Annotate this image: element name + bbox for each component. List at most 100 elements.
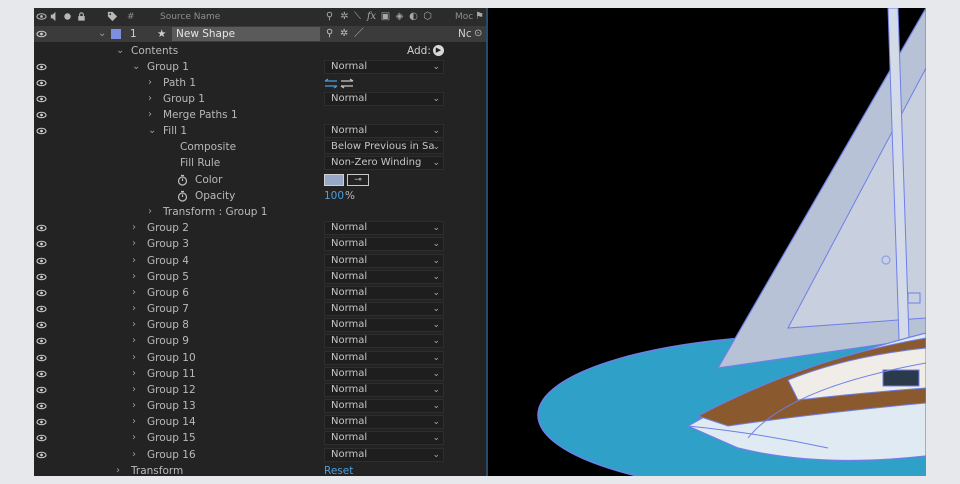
group-blend-mode-dropdown[interactable]: Normal ⌄ xyxy=(324,399,444,413)
eye-icon[interactable] xyxy=(36,30,47,38)
stopwatch-icon[interactable] xyxy=(177,174,188,186)
group-row[interactable]: › Group 10 Normal ⌄ xyxy=(34,350,486,366)
eye-icon[interactable] xyxy=(36,95,47,103)
group-row[interactable]: › Group 16 Normal ⌄ xyxy=(34,447,486,463)
transform-group-1-row[interactable]: › Transform : Group 1 xyxy=(34,204,486,220)
chevron-right-icon[interactable]: › xyxy=(132,317,142,333)
eye-icon[interactable] xyxy=(36,111,47,119)
eye-icon[interactable] xyxy=(36,224,47,232)
eye-icon[interactable] xyxy=(36,321,47,329)
quality-switch-icon[interactable]: ／ xyxy=(354,26,364,42)
chevron-right-icon[interactable]: › xyxy=(132,253,142,269)
chevron-down-icon[interactable]: ⌄ xyxy=(98,26,108,42)
group-row[interactable]: › Group 4 Normal ⌄ xyxy=(34,253,486,269)
chevron-down-icon[interactable]: ⌄ xyxy=(132,59,142,75)
add-label[interactable]: Add: xyxy=(407,43,431,59)
reset-link[interactable]: Reset xyxy=(324,463,353,476)
eye-icon[interactable] xyxy=(36,305,47,313)
group-blend-mode-dropdown[interactable]: Normal ⌄ xyxy=(324,383,444,397)
group-row[interactable]: › Group 12 Normal ⌄ xyxy=(34,382,486,398)
fill-rule-dropdown[interactable]: Non-Zero Winding ⌄ xyxy=(324,156,444,170)
nested-group-1-row[interactable]: › Group 1 Normal ⌄ xyxy=(34,91,486,107)
eye-icon[interactable] xyxy=(36,370,47,378)
eyedropper-icon[interactable]: ⊸ xyxy=(347,174,369,186)
eye-icon[interactable] xyxy=(36,63,47,71)
eye-icon[interactable] xyxy=(36,79,47,87)
group-1-row[interactable]: ⌄ Group 1 Normal ⌄ xyxy=(34,59,486,75)
chevron-right-icon[interactable]: › xyxy=(148,75,158,91)
quality-switch-icon[interactable]: ⟍ xyxy=(352,11,363,22)
eye-icon[interactable] xyxy=(36,127,47,135)
panel-menu-icon[interactable]: ⚑ xyxy=(474,11,485,22)
chevron-right-icon[interactable]: › xyxy=(132,333,142,349)
motion-blur-icon[interactable]: ◈ xyxy=(394,11,405,22)
group-row[interactable]: › Group 9 Normal ⌄ xyxy=(34,333,486,349)
group-row[interactable]: › Group 5 Normal ⌄ xyxy=(34,269,486,285)
transform-row[interactable]: › Transform Reset xyxy=(34,463,486,476)
source-name-column-header[interactable]: Source Name xyxy=(160,12,220,22)
eye-icon[interactable] xyxy=(36,240,47,248)
group-row[interactable]: › Group 15 Normal ⌄ xyxy=(34,430,486,446)
eye-icon[interactable] xyxy=(36,451,47,459)
pickwhip-icon[interactable]: ⊙ xyxy=(474,26,482,42)
chevron-right-icon[interactable]: › xyxy=(132,301,142,317)
chevron-right-icon[interactable]: › xyxy=(148,204,158,220)
group-blend-mode-dropdown[interactable]: Normal ⌄ xyxy=(324,431,444,445)
layer-mode-value[interactable]: Nc xyxy=(458,26,472,42)
path-direction-icon[interactable] xyxy=(324,78,356,89)
group-row[interactable]: › Group 8 Normal ⌄ xyxy=(34,317,486,333)
chevron-right-icon[interactable]: › xyxy=(132,382,142,398)
chevron-down-icon[interactable]: ⌄ xyxy=(148,123,158,139)
chevron-right-icon[interactable]: › xyxy=(132,285,142,301)
collapse-switch-icon[interactable]: ✲ xyxy=(340,26,348,42)
chevron-down-icon[interactable]: ⌄ xyxy=(116,43,126,59)
group-row[interactable]: › Group 3 Normal ⌄ xyxy=(34,236,486,252)
group-blend-mode-dropdown[interactable]: Normal ⌄ xyxy=(324,448,444,462)
video-eye-icon[interactable] xyxy=(36,11,47,22)
eye-icon[interactable] xyxy=(36,386,47,394)
layer-name[interactable]: New Shape xyxy=(172,27,320,41)
3d-layer-icon[interactable]: ⬡ xyxy=(422,11,433,22)
group-row[interactable]: › Group 14 Normal ⌄ xyxy=(34,414,486,430)
group-blend-mode-dropdown[interactable]: Normal ⌄ xyxy=(324,270,444,284)
group-blend-mode-dropdown[interactable]: Normal ⌄ xyxy=(324,237,444,251)
nested-group-1-blend-mode-dropdown[interactable]: Normal ⌄ xyxy=(324,92,444,106)
eye-icon[interactable] xyxy=(36,402,47,410)
group-row[interactable]: › Group 7 Normal ⌄ xyxy=(34,301,486,317)
group-blend-mode-dropdown[interactable]: Normal ⌄ xyxy=(324,254,444,268)
chevron-right-icon[interactable]: › xyxy=(132,414,142,430)
stopwatch-icon[interactable] xyxy=(177,190,188,202)
label-color-swatch[interactable] xyxy=(111,29,121,39)
chevron-right-icon[interactable]: › xyxy=(148,107,158,123)
group-blend-mode-dropdown[interactable]: Normal ⌄ xyxy=(324,318,444,332)
label-tag-icon[interactable] xyxy=(107,11,118,22)
group-blend-mode-dropdown[interactable]: Normal ⌄ xyxy=(324,302,444,316)
eye-icon[interactable] xyxy=(36,418,47,426)
group-blend-mode-dropdown[interactable]: Normal ⌄ xyxy=(324,334,444,348)
group-blend-mode-dropdown[interactable]: Normal ⌄ xyxy=(324,286,444,300)
fill-1-row[interactable]: ⌄ Fill 1 Normal ⌄ xyxy=(34,123,486,139)
eye-icon[interactable] xyxy=(36,289,47,297)
group-row[interactable]: › Group 2 Normal ⌄ xyxy=(34,220,486,236)
frame-blend-icon[interactable]: ▣ xyxy=(380,11,391,22)
eye-icon[interactable] xyxy=(36,257,47,265)
eye-icon[interactable] xyxy=(36,354,47,362)
layer-row-new-shape[interactable]: ⌄ 1 ★ New Shape ⚲ ✲ ／ Nc ⊙ xyxy=(34,26,486,42)
chevron-right-icon[interactable]: › xyxy=(132,398,142,414)
chevron-right-icon[interactable]: › xyxy=(132,220,142,236)
lock-icon[interactable] xyxy=(76,11,87,22)
group-row[interactable]: › Group 13 Normal ⌄ xyxy=(34,398,486,414)
group-row[interactable]: › Group 6 Normal ⌄ xyxy=(34,285,486,301)
chevron-right-icon[interactable]: › xyxy=(116,463,126,476)
chevron-right-icon[interactable]: › xyxy=(132,350,142,366)
composition-viewer[interactable] xyxy=(488,8,926,476)
collapse-switch-icon[interactable]: ✲ xyxy=(339,11,350,22)
contents-row[interactable]: ⌄ Contents Add: ▶ xyxy=(34,43,486,59)
add-menu-play-icon[interactable]: ▶ xyxy=(433,45,444,56)
chevron-right-icon[interactable]: › xyxy=(148,91,158,107)
mode-column-header[interactable]: Moc xyxy=(455,12,473,22)
group-blend-mode-dropdown[interactable]: Normal ⌄ xyxy=(324,221,444,235)
shy-switch-icon[interactable]: ⚲ xyxy=(324,11,335,22)
chevron-right-icon[interactable]: › xyxy=(132,269,142,285)
group-blend-mode-dropdown[interactable]: Normal ⌄ xyxy=(324,351,444,365)
